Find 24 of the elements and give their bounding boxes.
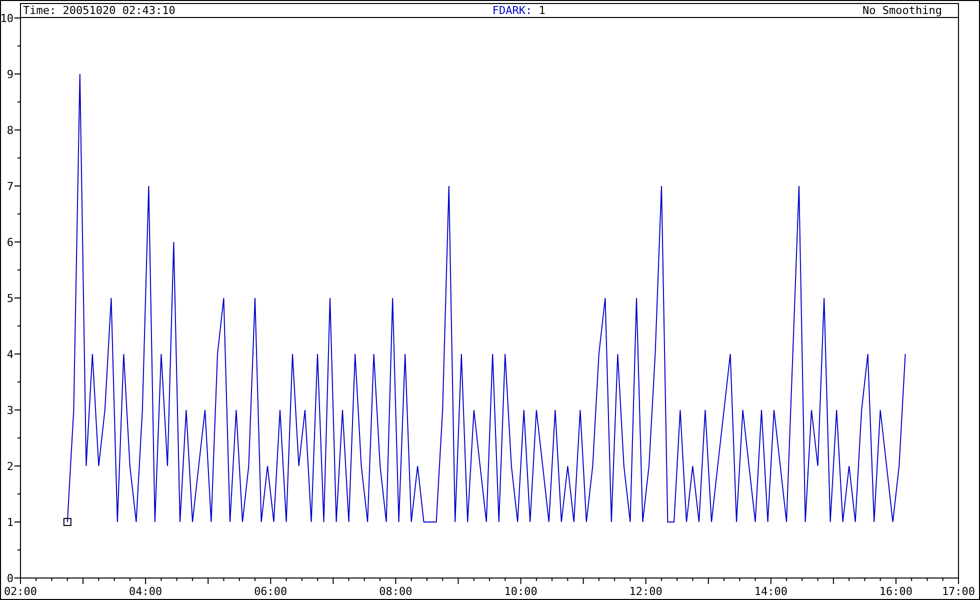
y-tick-label: 9 [6,68,14,81]
x-tick-label: 08:00 [379,585,412,598]
y-tick-label: 0 [6,572,14,585]
y-tick-label: 2 [6,460,14,473]
x-tick-label: 14:00 [754,585,788,598]
y-tick-label: 3 [6,404,14,417]
x-tick-label: 02:00 [4,585,38,598]
smoothing-label: No Smoothing [862,5,942,16]
x-tick-label: 16:00 [879,585,913,598]
x-tick-label: 17:00 [942,585,976,598]
x-tick-label: 06:00 [254,585,288,598]
y-tick-label: 10 [0,12,14,25]
y-tick-label: 6 [6,236,14,249]
start-marker [63,518,72,526]
x-tick-label: 10:00 [504,585,538,598]
x-tick-label: 12:00 [629,585,662,598]
x-tick-label: 04:00 [129,585,162,598]
channel-readout: FDARK: 1 [492,5,546,16]
y-tick-label: 8 [6,124,14,137]
y-tick-label: 7 [6,180,14,193]
time-label: Time: 20051020 02:43:10 [23,5,176,16]
y-tick-label: 1 [6,516,14,529]
y-tick-label: 4 [6,348,14,361]
y-tick-label: 5 [6,292,14,305]
